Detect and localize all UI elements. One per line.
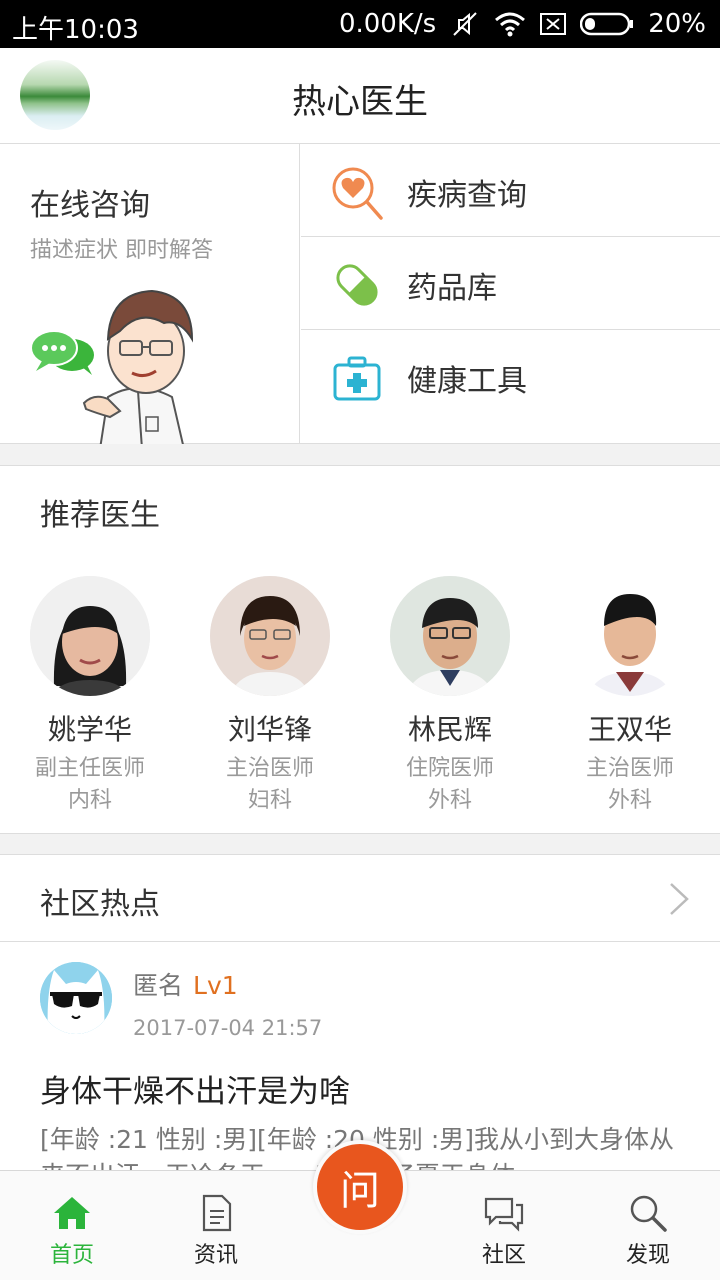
doctor-department: 外科	[427, 788, 472, 813]
medical-kit-icon	[331, 352, 383, 404]
post-title: 身体干燥不出汗是为啥	[40, 1074, 350, 1110]
doctor-photo	[570, 576, 690, 696]
heart-magnifier-icon	[331, 166, 383, 220]
doctor-photo	[390, 576, 510, 696]
doctor-title: 住院医师	[405, 756, 494, 781]
menu-drug-library[interactable]: 药品库	[301, 237, 720, 330]
menu-label: 药品库	[407, 271, 497, 306]
nav-label: 首页	[49, 1243, 94, 1268]
doctor-card[interactable]: 王双华 主治医师 外科	[540, 552, 720, 834]
doctor-department: 妇科	[247, 788, 292, 813]
online-consult-card[interactable]: 在线咨询 描述症状 即时解答	[0, 144, 300, 444]
nav-news[interactable]: 资讯	[144, 1171, 288, 1280]
menu-label: 健康工具	[407, 364, 527, 399]
consult-subtitle: 描述症状 即时解答	[30, 238, 213, 263]
status-icons: 0.00K/s 20%	[339, 9, 706, 39]
post-username: 匿名	[133, 971, 184, 1000]
post-timestamp: 2017-07-04 21:57	[133, 1016, 323, 1040]
section-title: 社区热点	[40, 887, 160, 922]
menu-disease-query[interactable]: 疾病查询	[301, 144, 720, 237]
chat-icon	[484, 1193, 524, 1233]
doctor-title: 主治医师	[225, 756, 314, 781]
recommended-doctors-header: 推荐医生	[0, 465, 720, 553]
battery-icon	[580, 12, 634, 36]
doctor-card[interactable]: 林民辉 住院医师 外科	[360, 552, 540, 834]
nav-label: 发现	[625, 1243, 670, 1268]
post-level-badge: Lv1	[193, 971, 238, 1000]
user-avatar	[40, 962, 112, 1034]
post-author: 匿名 Lv1	[133, 966, 238, 1002]
doctor-card[interactable]: 姚学华 副主任医师 内科	[0, 552, 180, 834]
home-icon	[52, 1193, 92, 1233]
doctor-photo	[30, 576, 150, 696]
doctor-name: 姚学华	[47, 713, 132, 746]
nav-label: 资讯	[193, 1243, 238, 1268]
network-speed: 0.00K/s	[338, 9, 437, 39]
community-hot-header[interactable]: 社区热点	[0, 854, 720, 942]
section-title: 推荐医生	[40, 498, 160, 533]
nav-label: 社区	[481, 1243, 526, 1268]
nav-discover[interactable]: 发现	[576, 1171, 720, 1280]
doctor-title: 副主任医师	[34, 756, 145, 781]
consult-title: 在线咨询	[30, 188, 150, 223]
status-time: 上午10:03	[12, 15, 139, 45]
doctor-department: 外科	[607, 788, 652, 813]
menu-health-tools[interactable]: 健康工具	[301, 330, 720, 434]
feature-menu: 疾病查询 药品库 健康工具	[301, 144, 720, 444]
status-bar: 上午10:03 0.00K/s 20%	[0, 0, 720, 48]
pill-icon	[331, 259, 383, 311]
menu-label: 疾病查询	[407, 178, 527, 213]
mute-icon	[450, 9, 480, 39]
page-title: 热心医生	[292, 82, 428, 122]
feature-grid: 在线咨询 描述症状 即时解答 疾病查询 药品库 健康工具	[0, 144, 720, 444]
doctor-name: 王双华	[587, 713, 672, 746]
doctor-name: 刘华锋	[227, 713, 312, 746]
ask-button[interactable]: 问	[313, 1140, 407, 1234]
battery-level: 20%	[648, 9, 706, 39]
chevron-right-icon	[668, 881, 690, 921]
wifi-icon	[494, 10, 526, 38]
doctor-name: 林民辉	[407, 713, 492, 746]
sim-icon	[540, 13, 567, 35]
doctor-cartoon-icon	[80, 279, 220, 444]
community-post[interactable]: 匿名 Lv1 2017-07-04 21:57 身体干燥不出汗是为啥 [年龄 :2…	[0, 942, 720, 1170]
doctor-photo	[210, 576, 330, 696]
document-icon	[196, 1193, 236, 1233]
search-icon	[628, 1193, 668, 1233]
doctor-title: 主治医师	[585, 756, 674, 781]
nav-home[interactable]: 首页	[0, 1171, 144, 1280]
app-header: 热心医生	[0, 48, 720, 144]
doctor-list: 姚学华 副主任医师 内科 刘华锋 主治医师 妇科 林民辉 住院医师 外科 王双华…	[0, 552, 720, 834]
nav-community[interactable]: 社区	[432, 1171, 576, 1280]
doctor-department: 内科	[67, 788, 112, 813]
doctor-card[interactable]: 刘华锋 主治医师 妇科	[180, 552, 360, 834]
